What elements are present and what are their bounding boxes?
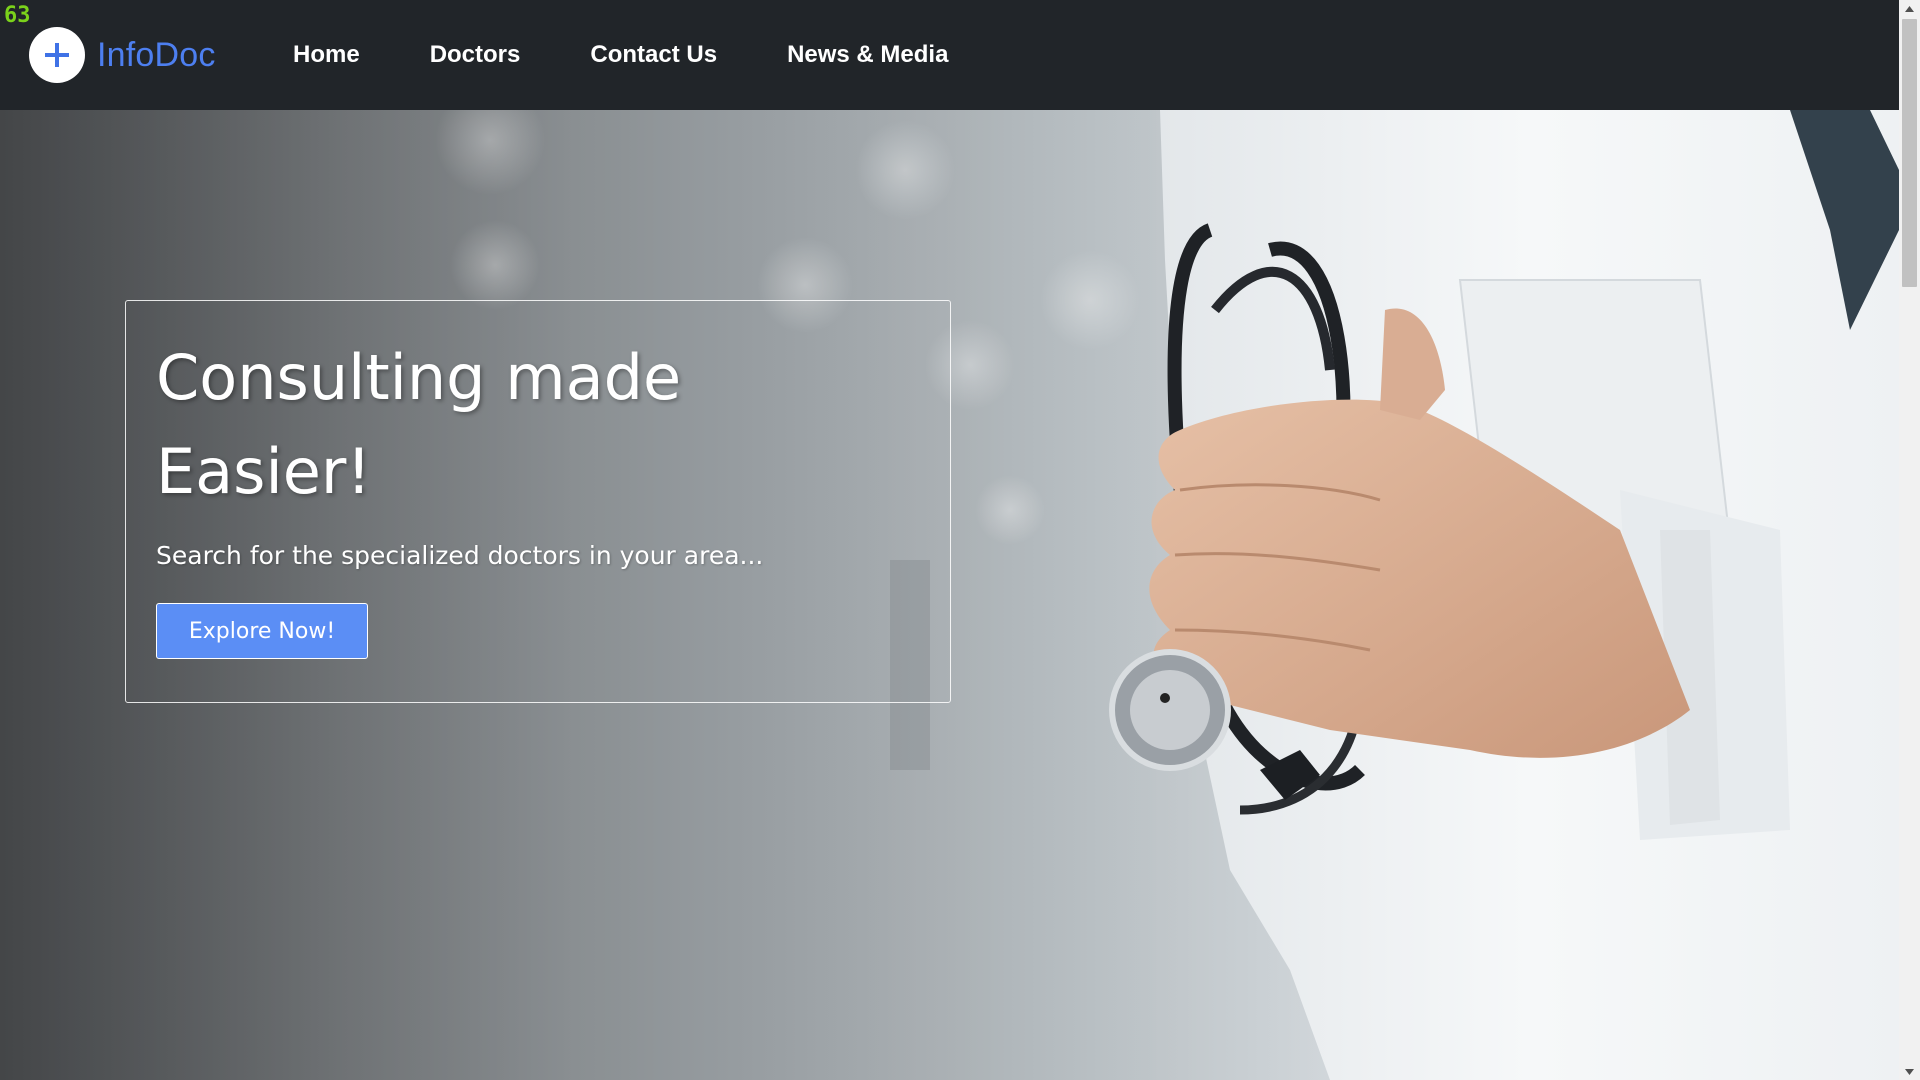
nav-link-doctors[interactable]: Doctors bbox=[395, 41, 556, 69]
brand-name: InfoDoc bbox=[97, 35, 216, 74]
vertical-scrollbar[interactable] bbox=[1899, 0, 1920, 1080]
nav-link-news-media[interactable]: News & Media bbox=[752, 41, 983, 69]
nav-link-contact-us[interactable]: Contact Us bbox=[555, 41, 752, 69]
top-navbar: InfoDoc Home Doctors Contact Us News & M… bbox=[0, 0, 1899, 110]
scroll-down-arrow-icon[interactable] bbox=[1899, 1063, 1920, 1080]
page-viewport: InfoDoc Home Doctors Contact Us News & M… bbox=[0, 0, 1899, 1080]
scroll-up-arrow-icon[interactable] bbox=[1899, 0, 1920, 17]
nav-link-home[interactable]: Home bbox=[258, 41, 395, 69]
hero-card: Consulting made Easier! Search for the s… bbox=[125, 300, 951, 703]
hero-section: Consulting made Easier! Search for the s… bbox=[0, 110, 1899, 1080]
plus-icon bbox=[29, 27, 85, 83]
brand-link[interactable]: InfoDoc bbox=[29, 27, 216, 83]
hero-title-line-2: Easier! bbox=[156, 435, 372, 508]
fps-counter: 63 bbox=[4, 3, 31, 28]
hero-subtitle: Search for the specialized doctors in yo… bbox=[156, 541, 764, 570]
hero-title: Consulting made Easier! bbox=[156, 331, 920, 519]
nav-links: Home Doctors Contact Us News & Media bbox=[258, 0, 983, 110]
scrollbar-thumb[interactable] bbox=[1902, 19, 1917, 287]
explore-now-button[interactable]: Explore Now! bbox=[156, 603, 368, 659]
hero-title-line-1: Consulting made bbox=[156, 341, 682, 414]
